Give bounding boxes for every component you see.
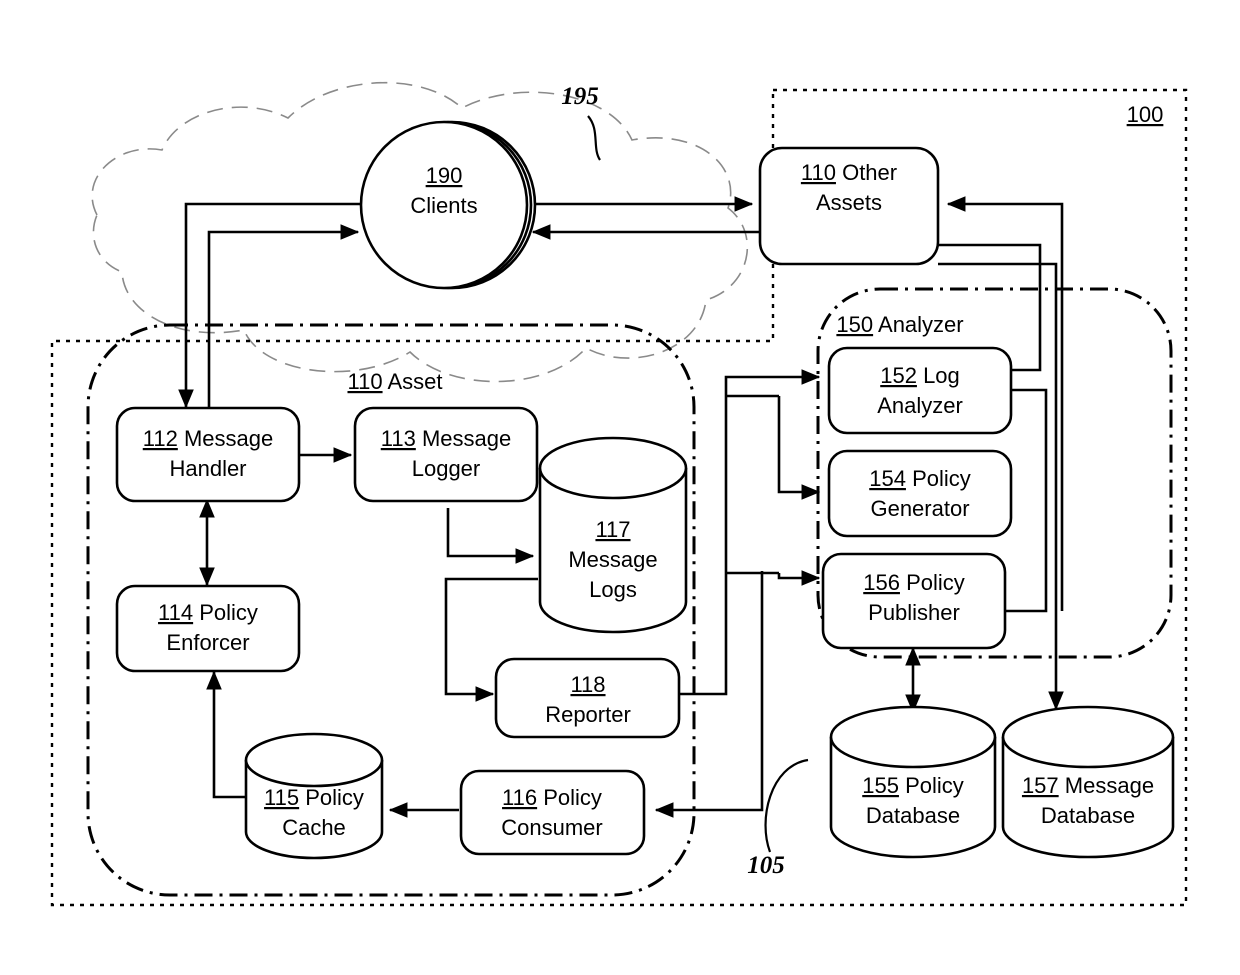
node-log-analyzer-label2: Analyzer: [877, 393, 963, 418]
figure-canvas: 190 Clients 110 Other Assets 110 Asset 1…: [0, 0, 1240, 975]
node-message-logs-label2: Logs: [589, 577, 637, 602]
edge-reporter-to-policypublisher: [777, 570, 821, 586]
svg-text:154 Policy: 154 Policy: [869, 466, 971, 491]
edge-reporter-to-loganalyzer: [679, 369, 821, 696]
svg-text:116 Policy: 116 Policy: [502, 785, 602, 810]
node-policy-generator[interactable]: 154 Policy Generator: [827, 449, 1013, 538]
edge-clients-to-handler: [178, 202, 368, 409]
node-policy-publisher-ref: 156: [863, 570, 900, 595]
node-message-handler-label1: Message: [184, 426, 273, 451]
svg-text:152 Log: 152 Log: [880, 363, 960, 388]
node-clients-label: Clients: [410, 193, 477, 218]
analyzer-group-name: Analyzer: [878, 312, 964, 337]
edge-logger-to-msglogs: [446, 508, 535, 564]
node-policy-publisher[interactable]: 156 Policy Publisher: [821, 552, 1007, 650]
svg-text:114 Policy: 114 Policy: [158, 600, 258, 625]
node-message-logger[interactable]: 113 Message Logger: [353, 406, 539, 503]
node-policy-cache-label2: Cache: [282, 815, 346, 840]
svg-text:113 Message: 113 Message: [381, 426, 511, 451]
svg-text:150 Analyzer: 150 Analyzer: [836, 312, 963, 337]
callout-195-label: 195: [561, 83, 599, 110]
node-message-database-label1: Message: [1065, 773, 1154, 798]
node-policy-generator-label1: Policy: [912, 466, 971, 491]
node-clients-ref: 190: [426, 163, 463, 188]
node-policy-cache-ref: 115: [264, 785, 299, 810]
node-other-assets-label1: Other: [842, 160, 897, 185]
node-reporter-ref: 118: [570, 672, 605, 697]
node-log-analyzer[interactable]: 152 Log Analyzer: [827, 346, 1013, 435]
edge-pcache-to-enforcer: [206, 670, 246, 799]
callout-195: 195: [561, 83, 601, 161]
analyzer-group-ref: 150: [836, 312, 873, 337]
node-other-assets-ref: 110: [801, 160, 836, 185]
node-policy-consumer[interactable]: 116 Policy Consumer: [459, 769, 646, 856]
node-reporter-label: Reporter: [545, 702, 631, 727]
svg-text:156 Policy: 156 Policy: [863, 570, 965, 595]
svg-text:112 Message: 112 Message: [143, 426, 273, 451]
callout-105-label: 105: [747, 852, 785, 879]
analyzer-group-title: 150 Analyzer: [836, 312, 963, 337]
system-ref-label: 100: [1127, 102, 1164, 127]
node-policy-database-label2: Database: [866, 803, 960, 828]
node-message-logs[interactable]: 117 Message Logs: [538, 436, 688, 634]
node-policy-database-label1: Policy: [905, 773, 964, 798]
node-message-handler-ref: 112: [143, 426, 178, 451]
svg-text:110 Asset: 110 Asset: [347, 369, 442, 394]
node-policy-consumer-ref: 116: [502, 785, 537, 810]
node-policy-consumer-label2: Consumer: [501, 815, 602, 840]
node-policy-cache-label1: Policy: [305, 785, 364, 810]
node-policy-database-ref: 155: [862, 773, 899, 798]
node-message-database-ref: 157: [1022, 773, 1059, 798]
system-ref-100: 100: [1127, 102, 1164, 127]
asset-group-name: Asset: [387, 369, 442, 394]
node-other-assets[interactable]: 110 Other Assets: [758, 146, 940, 266]
svg-text:115 Policy: 115 Policy: [264, 785, 364, 810]
node-other-assets-label2: Assets: [816, 190, 882, 215]
node-policy-consumer-label1: Policy: [543, 785, 602, 810]
node-message-handler-label2: Handler: [169, 456, 246, 481]
node-log-analyzer-label1: Log: [923, 363, 960, 388]
node-message-logs-ref: 117: [595, 517, 630, 542]
node-log-analyzer-ref: 152: [880, 363, 917, 388]
node-policy-enforcer[interactable]: 114 Policy Enforcer: [115, 584, 301, 673]
svg-text:157 Message: 157 Message: [1022, 773, 1154, 798]
node-message-database-label2: Database: [1041, 803, 1135, 828]
node-policy-enforcer-label2: Enforcer: [166, 630, 249, 655]
node-policy-publisher-label1: Policy: [906, 570, 965, 595]
asset-group-title: 110 Asset: [347, 369, 442, 394]
node-message-logger-label2: Logger: [412, 456, 481, 481]
node-policy-cache[interactable]: 115 Policy Cache: [244, 732, 384, 860]
callout-105: 105: [747, 758, 809, 879]
node-message-handler[interactable]: 112 Message Handler: [115, 406, 301, 503]
node-policy-publisher-label2: Publisher: [868, 600, 960, 625]
diagram-svg: 190 Clients 110 Other Assets 110 Asset 1…: [50, 81, 1188, 907]
svg-text:155 Policy: 155 Policy: [862, 773, 964, 798]
node-policy-database[interactable]: 155 Policy Database: [829, 705, 997, 859]
asset-group-ref: 110: [347, 369, 382, 394]
svg-text:110 Other: 110 Other: [801, 160, 897, 185]
node-reporter[interactable]: 118 Reporter: [494, 657, 681, 739]
node-policy-generator-ref: 154: [869, 466, 906, 491]
edge-reporter-to-policygenerator: [777, 396, 821, 500]
node-policy-enforcer-ref: 114: [158, 600, 193, 625]
node-message-logger-label1: Message: [422, 426, 511, 451]
node-policy-generator-label2: Generator: [870, 496, 969, 521]
node-policy-enforcer-label1: Policy: [199, 600, 258, 625]
node-message-logger-ref: 113: [381, 426, 416, 451]
node-clients[interactable]: 190 Clients: [359, 120, 537, 290]
node-message-database[interactable]: 157 Message Database: [1001, 705, 1175, 859]
edge-handler-to-clients: [207, 224, 360, 422]
node-message-logs-label1: Message: [568, 547, 657, 572]
